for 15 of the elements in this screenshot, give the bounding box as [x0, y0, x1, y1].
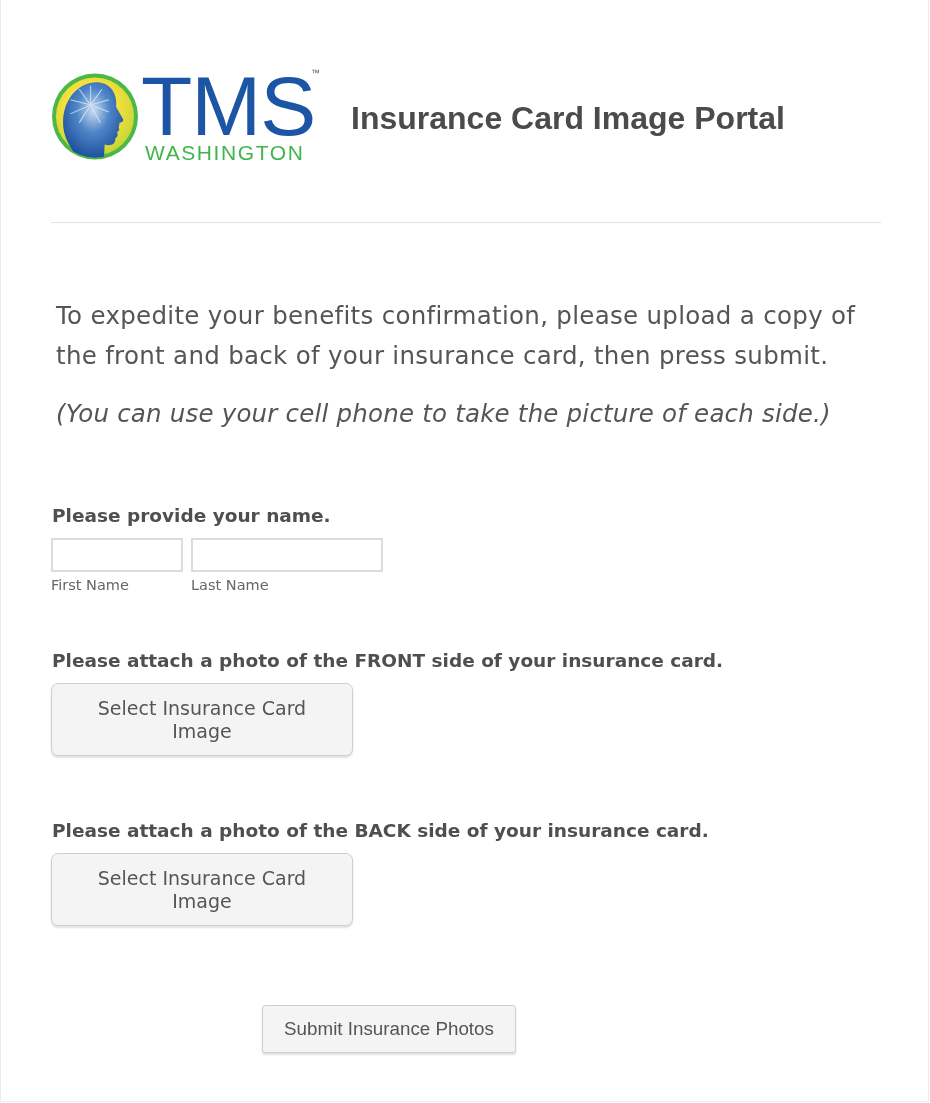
page-title: Insurance Card Image Portal [351, 98, 785, 138]
text-input[interactable] [51, 538, 183, 572]
input-sublabel: Last Name [191, 577, 270, 594]
field-label: Please attach a photo of the FRONT side of your insurance card. [52, 650, 725, 672]
field-label: Please provide your name. [52, 505, 332, 527]
input-sublabel: First Name [51, 577, 130, 594]
select-image-button[interactable]: Select Insurance Card Image [51, 853, 353, 926]
submit-button[interactable]: Submit Insurance Photos [262, 1005, 516, 1053]
trademark-symbol: ™ [311, 68, 320, 78]
intro-paragraph: To expedite your benefits confirmation, please upload a copy of the front and back of your insurance card, then press submit. [56, 300, 857, 372]
logo-subtitle: WASHINGTON [145, 142, 306, 164]
field-label: Please attach a photo of the BACK side of your insurance card. [52, 820, 710, 842]
intro-note: (You can use your cell phone to take the picture of each side.) [56, 398, 832, 430]
select-image-button[interactable]: Select Insurance Card Image [51, 683, 353, 756]
text-input[interactable] [191, 538, 383, 572]
